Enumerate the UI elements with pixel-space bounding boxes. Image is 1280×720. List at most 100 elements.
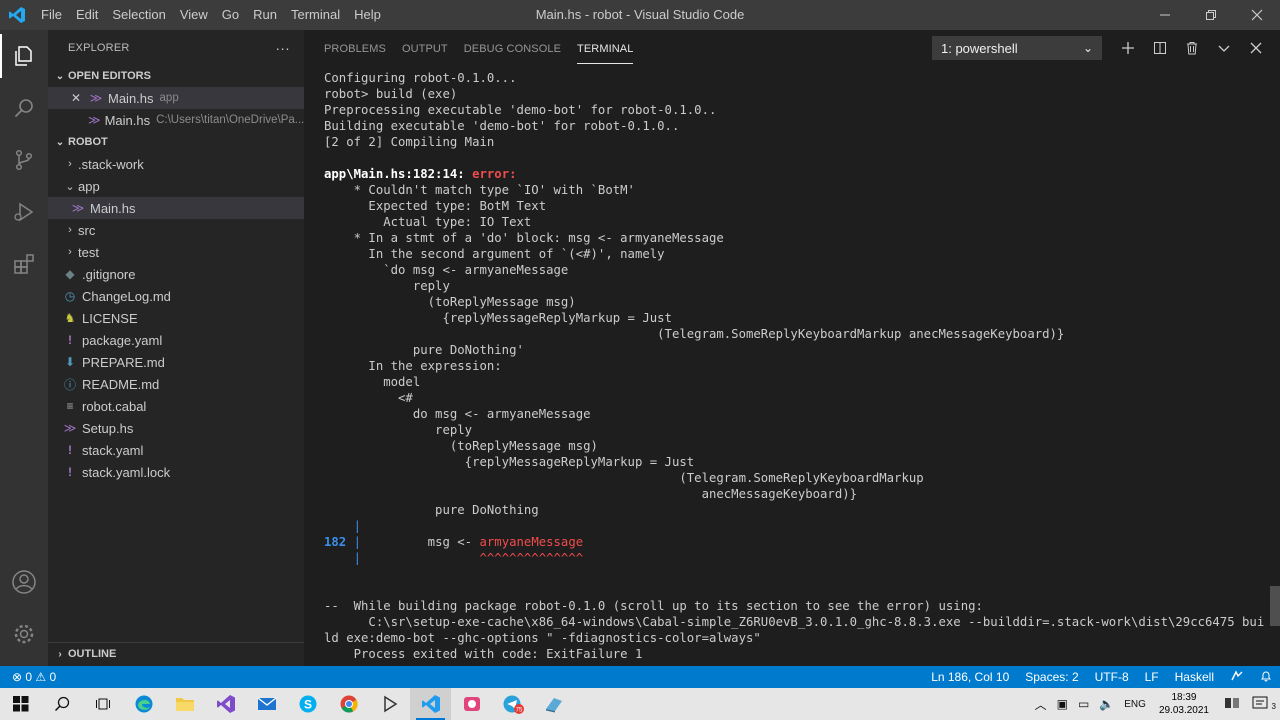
telegram-icon[interactable]: 75 bbox=[492, 688, 533, 720]
explorer-icon[interactable] bbox=[0, 30, 48, 82]
terminal-panel: PROBLEMS OUTPUT DEBUG CONSOLE TERMINAL 1… bbox=[304, 30, 1280, 666]
menu-view[interactable]: View bbox=[173, 0, 215, 30]
language-indicator[interactable]: ENG bbox=[1119, 699, 1151, 710]
search-icon[interactable] bbox=[41, 688, 82, 720]
terminal-output[interactable]: Configuring robot-0.1.0... robot> build (… bbox=[324, 70, 1274, 666]
terminal-scrollbar[interactable] bbox=[1270, 586, 1280, 626]
tree-item-src[interactable]: › src bbox=[48, 219, 304, 241]
tree-item-readme-md[interactable]: ⓘ README.md bbox=[48, 373, 304, 395]
terminal-line: Preprocessing executable 'demo-bot' for … bbox=[324, 103, 717, 117]
vscode-taskbar-icon[interactable] bbox=[410, 688, 451, 720]
tree-item-robot-cabal[interactable]: ≡ robot.cabal bbox=[48, 395, 304, 417]
tree-item-main-hs[interactable]: ≫ Main.hs bbox=[48, 197, 304, 219]
open-editors-header[interactable]: ⌄ OPEN EDITORS bbox=[48, 65, 304, 87]
account-icon[interactable] bbox=[0, 556, 48, 608]
git-icon: ◆ bbox=[65, 267, 75, 281]
cursor-position[interactable]: Ln 186, Col 10 bbox=[923, 670, 1017, 684]
minimize-icon[interactable] bbox=[1142, 0, 1188, 30]
more-actions-icon[interactable]: ··· bbox=[275, 40, 290, 56]
open-editor-item[interactable]: ✕ ≫ Main.hs app bbox=[48, 87, 304, 109]
list-icon: ≡ bbox=[66, 399, 74, 413]
terminal-dropdown[interactable]: 1: powershell ⌄ bbox=[932, 36, 1102, 60]
run-debug-icon[interactable] bbox=[0, 186, 48, 238]
close-icon[interactable] bbox=[1240, 36, 1272, 60]
tree-item-stack-work[interactable]: › .stack-work bbox=[48, 153, 304, 175]
media-player-icon[interactable] bbox=[369, 688, 410, 720]
tree-item-gitignore[interactable]: ◆ .gitignore bbox=[48, 263, 304, 285]
yaml-icon: ! bbox=[68, 443, 72, 457]
visual-studio-icon[interactable] bbox=[205, 688, 246, 720]
menu-go[interactable]: Go bbox=[215, 0, 246, 30]
clock[interactable]: 18:39 29.03.2021 bbox=[1151, 691, 1217, 717]
menu-help[interactable]: Help bbox=[347, 0, 388, 30]
close-window-icon[interactable] bbox=[1234, 0, 1280, 30]
tab-debug-console[interactable]: DEBUG CONSOLE bbox=[464, 33, 561, 63]
explorer-header: EXPLORER ··· bbox=[48, 30, 304, 65]
tree-item-license[interactable]: ♞ LICENSE bbox=[48, 307, 304, 329]
tree-item-package-yaml[interactable]: ! package.yaml bbox=[48, 329, 304, 351]
chrome-icon[interactable] bbox=[328, 688, 369, 720]
menu-terminal[interactable]: Terminal bbox=[284, 0, 347, 30]
action-center-icon[interactable]: 3 bbox=[1247, 696, 1280, 713]
feedback-icon[interactable] bbox=[1222, 669, 1252, 685]
close-icon[interactable]: ✕ bbox=[68, 91, 84, 105]
source-control-icon[interactable] bbox=[0, 134, 48, 186]
tree-item-app[interactable]: ⌄ app bbox=[48, 175, 304, 197]
tree-item-setup-hs[interactable]: ≫ Setup.hs bbox=[48, 417, 304, 439]
menu-selection[interactable]: Selection bbox=[105, 0, 172, 30]
chevron-down-icon: ⌄ bbox=[1082, 41, 1093, 55]
tree-item-prepare-md[interactable]: ⬇ PREPARE.md bbox=[48, 351, 304, 373]
tree-item-test[interactable]: › test bbox=[48, 241, 304, 263]
tree-item-stack-yaml-lock[interactable]: ! stack.yaml.lock bbox=[48, 461, 304, 483]
device-icon[interactable]: ▣ bbox=[1052, 697, 1073, 711]
terminal-line: 182 | msg <- armyaneMessage bbox=[324, 535, 584, 549]
indentation[interactable]: Spaces: 2 bbox=[1017, 670, 1086, 684]
tree-item-label: src bbox=[78, 222, 96, 238]
skype-icon[interactable]: S bbox=[287, 688, 328, 720]
windows-start-icon[interactable] bbox=[0, 688, 41, 720]
tree-item-stack-yaml[interactable]: ! stack.yaml bbox=[48, 439, 304, 461]
extensions-icon[interactable] bbox=[0, 238, 48, 290]
encoding[interactable]: UTF-8 bbox=[1087, 670, 1137, 684]
terminal-line: ld exe:demo-bot --ghc-options " -fdiagno… bbox=[324, 631, 761, 645]
network-icon[interactable]: ▭ bbox=[1073, 697, 1094, 711]
terminal-line: -- While building package robot-0.1.0 (s… bbox=[324, 599, 983, 613]
gear-icon[interactable] bbox=[0, 608, 48, 660]
tab-output[interactable]: OUTPUT bbox=[402, 33, 448, 63]
mail-icon[interactable] bbox=[246, 688, 287, 720]
tree-item-changelog[interactable]: ◷ ChangeLog.md bbox=[48, 285, 304, 307]
volume-icon[interactable]: 🔈 bbox=[1094, 697, 1119, 711]
search-icon[interactable] bbox=[0, 82, 48, 134]
info-icon: ⓘ bbox=[63, 377, 76, 392]
notifications-icon[interactable] bbox=[1252, 670, 1280, 685]
end-of-line[interactable]: LF bbox=[1137, 670, 1167, 684]
tree-item-label: robot.cabal bbox=[82, 398, 147, 414]
task-view-icon[interactable] bbox=[82, 688, 123, 720]
edge-browser-icon[interactable] bbox=[123, 688, 164, 720]
news-icon[interactable] bbox=[1217, 696, 1247, 713]
tab-terminal[interactable]: TERMINAL bbox=[577, 33, 634, 64]
menu-edit[interactable]: Edit bbox=[69, 0, 105, 30]
tab-problems[interactable]: PROBLEMS bbox=[324, 33, 386, 63]
new-terminal-icon[interactable] bbox=[1112, 36, 1144, 60]
menu-run[interactable]: Run bbox=[246, 0, 284, 30]
split-terminal-icon[interactable] bbox=[1144, 36, 1176, 60]
app-icon[interactable] bbox=[533, 688, 574, 720]
open-editor-item[interactable]: ≫ Main.hs C:\Users\titan\OneDrive\Pa... bbox=[48, 109, 304, 131]
open-editor-name: Main.hs bbox=[104, 112, 151, 128]
trash-icon[interactable] bbox=[1176, 36, 1208, 60]
outline-header[interactable]: › OUTLINE bbox=[48, 643, 304, 665]
chevron-up-icon[interactable]: ︿ bbox=[1030, 696, 1052, 713]
screen-recorder-icon[interactable] bbox=[451, 688, 492, 720]
yaml-icon: ! bbox=[68, 333, 72, 347]
chevron-down-icon[interactable] bbox=[1208, 36, 1240, 60]
menu-file[interactable]: File bbox=[34, 0, 69, 30]
open-editors-label: OPEN EDITORS bbox=[68, 70, 151, 82]
file-explorer-icon[interactable] bbox=[164, 688, 205, 720]
language-mode[interactable]: Haskell bbox=[1167, 670, 1222, 684]
restore-icon[interactable] bbox=[1188, 0, 1234, 30]
terminal-line: (toReplyMessage msg) bbox=[324, 439, 598, 453]
project-header[interactable]: ⌄ ROBOT bbox=[48, 131, 304, 153]
problems-status[interactable]: ⊗ 0 ⚠ 0 bbox=[12, 670, 64, 684]
